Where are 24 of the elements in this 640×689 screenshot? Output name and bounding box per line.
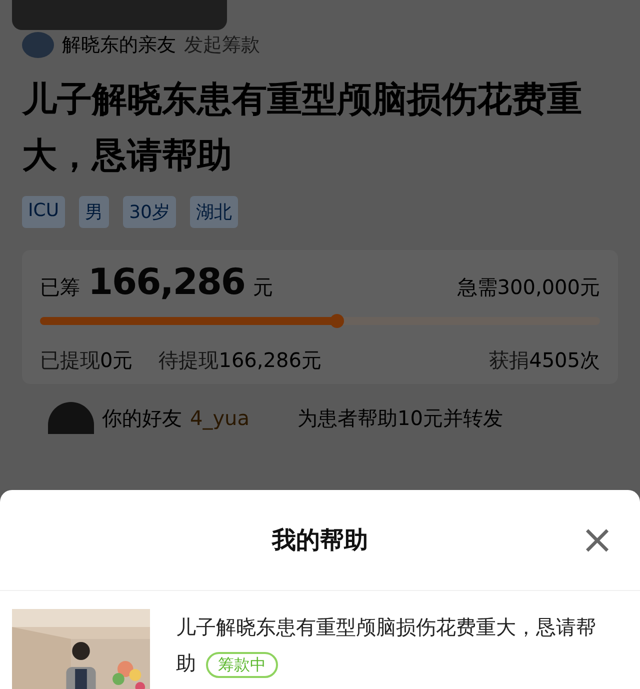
organizer-action: 发起筹款 xyxy=(184,33,260,58)
tag: ICU xyxy=(22,196,66,228)
avatar-icon xyxy=(22,32,54,58)
pending-stat: 待提现166,286元 xyxy=(158,347,322,374)
campaign-title: 儿子解晓东患有重型颅脑损伤花费重大，恳请帮助 xyxy=(22,79,583,178)
donation-count: 获捐4505次 xyxy=(489,347,600,374)
raised-label: 已筹 xyxy=(40,274,80,301)
tag: 男 xyxy=(79,196,110,228)
raised-unit: 元 xyxy=(252,274,273,301)
target-amount: 急需300,000元 xyxy=(457,274,600,301)
close-button[interactable]: × xyxy=(576,522,618,558)
help-item-title: 儿子解晓东患有重型颅脑损伤花费重大，恳请帮助 筹款中 xyxy=(176,609,596,689)
sheet-title: 我的帮助 xyxy=(272,525,368,556)
friend-action: 为患者帮助10元并转发 xyxy=(298,404,503,432)
friend-avatar-icon xyxy=(48,402,94,434)
tag: 湖北 xyxy=(190,196,238,228)
help-item[interactable]: 儿子解晓东患有重型颅脑损伤花费重大，恳请帮助 筹款中 xyxy=(0,591,640,689)
organizer-name: 解晓东的亲友 xyxy=(62,33,176,58)
status-badge: 筹款中 xyxy=(206,652,278,678)
raised-amount: 166,286 xyxy=(88,262,245,303)
friend-label: 你的好友 xyxy=(102,404,182,432)
tag: 30岁 xyxy=(123,196,176,228)
withdrawn-stat: 已提现0元 xyxy=(40,347,133,374)
friend-name: 4_yua xyxy=(190,406,250,430)
